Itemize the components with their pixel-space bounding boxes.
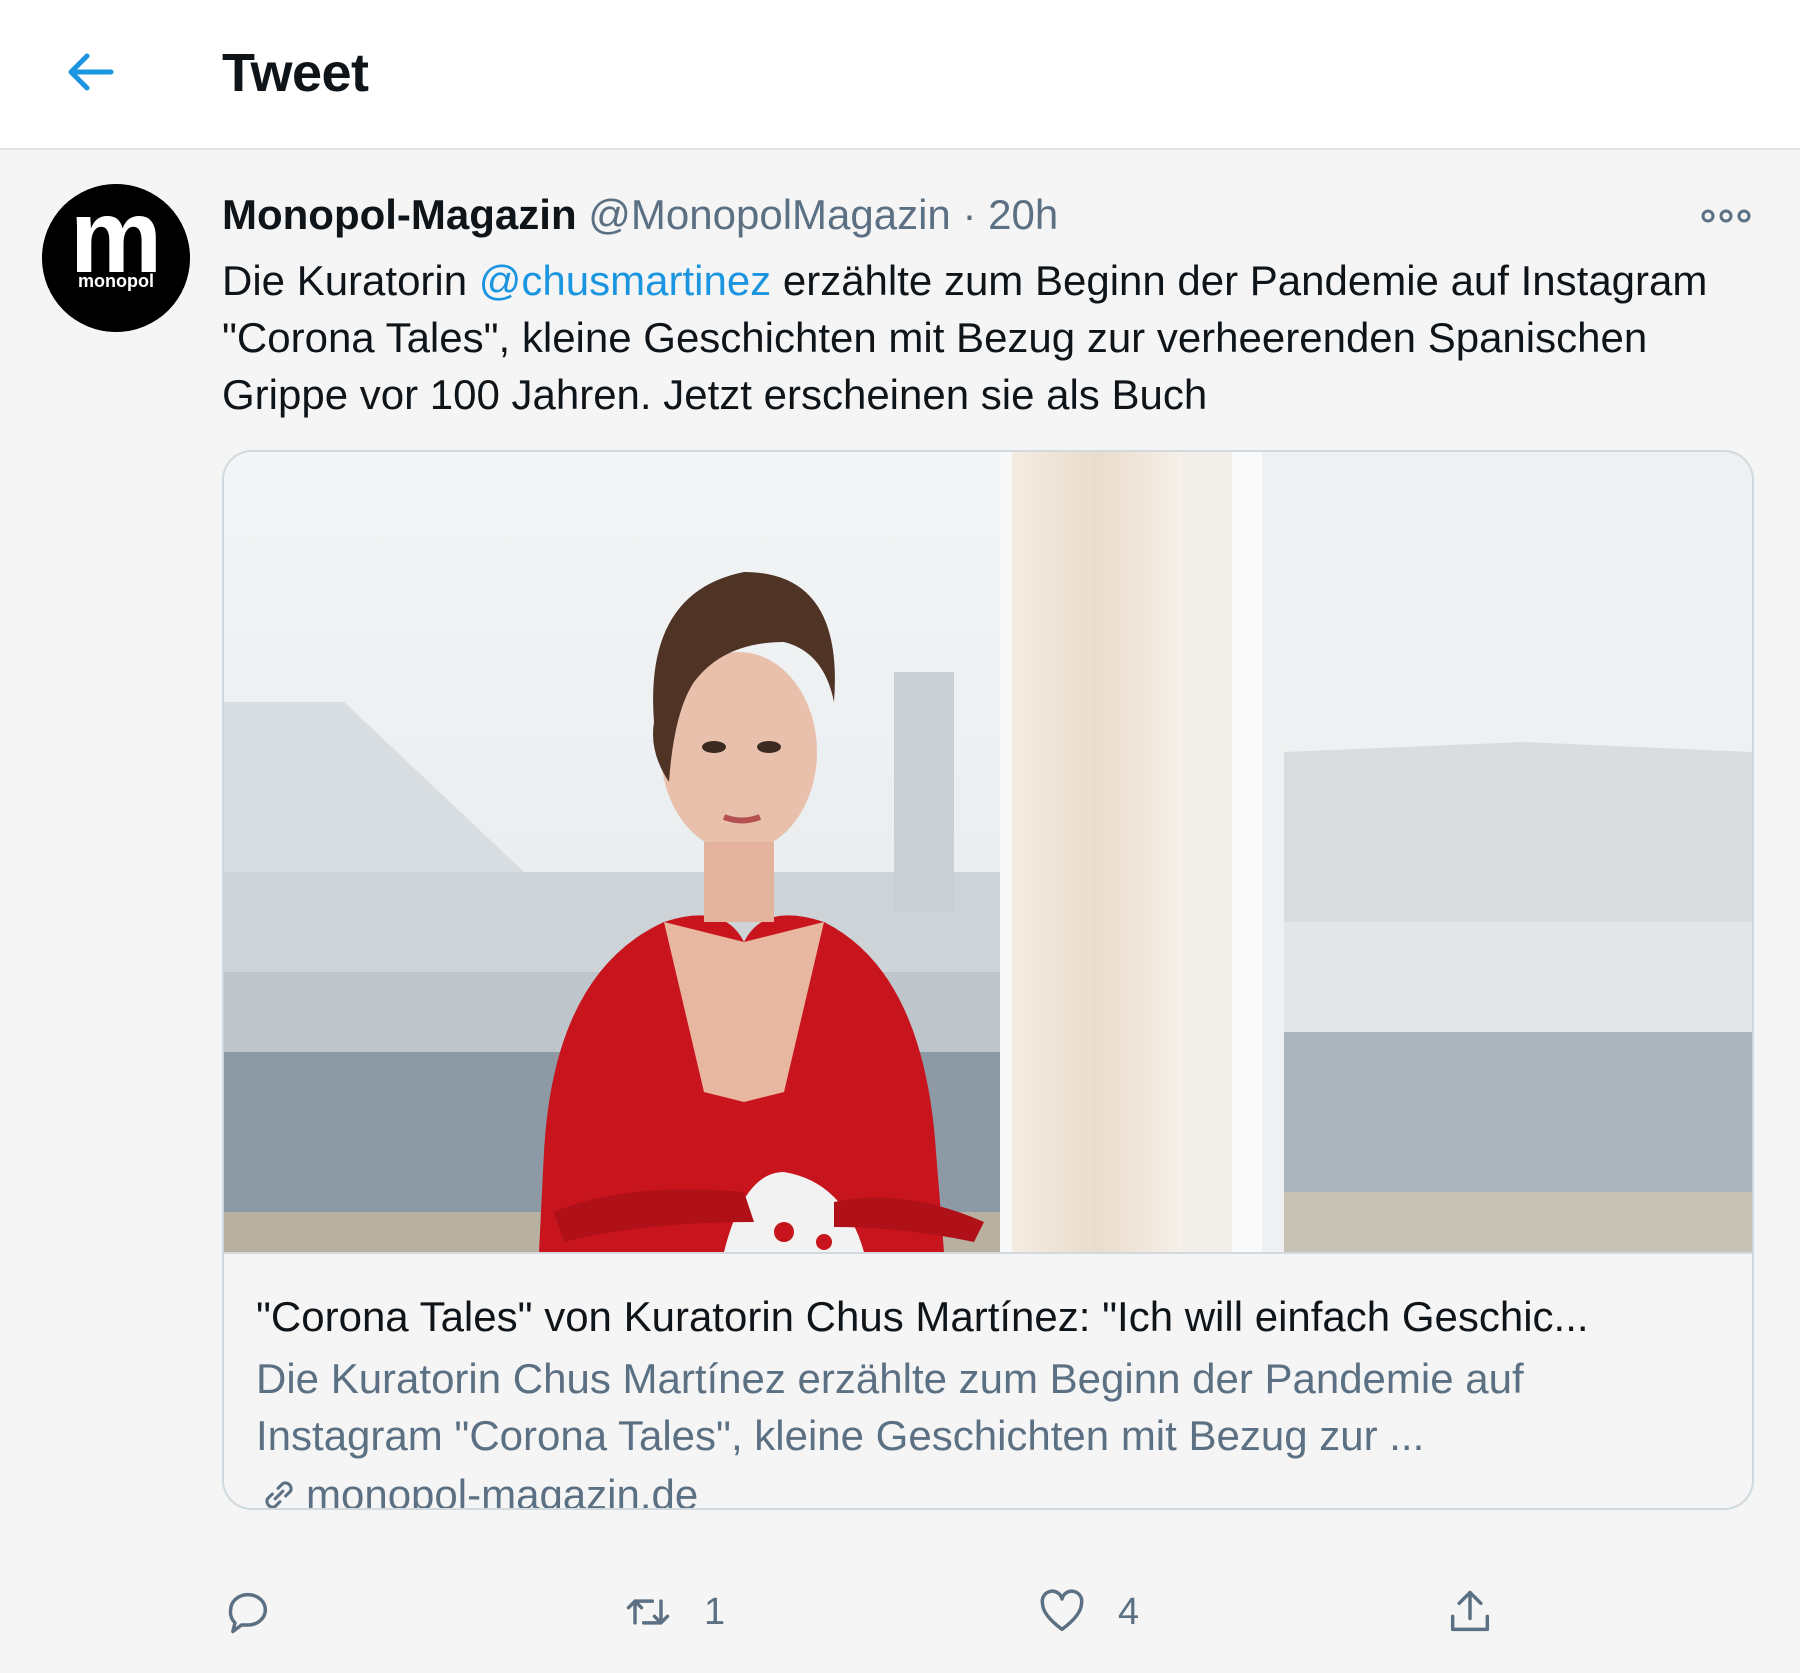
- mention-link[interactable]: @chusmartinez: [479, 257, 771, 304]
- card-domain[interactable]: monopol-magazin.de: [256, 1468, 699, 1510]
- author-name[interactable]: Monopol-Magazin: [222, 191, 577, 238]
- author-handle[interactable]: @MonopolMagazin: [588, 191, 951, 238]
- card-domain-text: monopol-magazin.de: [306, 1471, 699, 1510]
- card-description: Die Kuratorin Chus Martínez erzählte zum…: [256, 1355, 1524, 1459]
- tweet[interactable]: m monopol Monopol-Magazin @MonopolMagazi…: [0, 152, 1800, 1673]
- share-icon: [1450, 1590, 1490, 1632]
- tweet-text-start: Die Kuratorin: [222, 257, 479, 304]
- page-title: Tweet: [222, 43, 369, 103]
- action-bar: 1 4: [222, 1572, 1754, 1652]
- retweet-icon: [626, 1599, 670, 1625]
- back-button[interactable]: [58, 40, 122, 104]
- retweet-button[interactable]: 1: [622, 1572, 725, 1652]
- share-button[interactable]: [1444, 1572, 1496, 1652]
- card-title[interactable]: "Corona Tales" von Kuratorin Chus Martín…: [256, 1290, 1716, 1344]
- more-icon: [1701, 209, 1751, 223]
- top-bar: Tweet: [0, 0, 1800, 150]
- card-image[interactable]: [224, 452, 1752, 1252]
- reply-button[interactable]: [222, 1572, 274, 1652]
- tweet-time[interactable]: 20h: [988, 191, 1058, 238]
- reply-icon: [228, 1592, 268, 1634]
- avatar[interactable]: m monopol: [42, 184, 190, 332]
- separator-dot: ·: [962, 191, 977, 238]
- like-count: 4: [1118, 1590, 1140, 1633]
- svg-text:monopol: monopol: [78, 271, 154, 291]
- card-divider: [224, 1252, 1752, 1254]
- card-photo: [224, 452, 1752, 1252]
- retweet-count: 1: [704, 1590, 726, 1633]
- link-card[interactable]: "Corona Tales" von Kuratorin Chus Martín…: [222, 450, 1754, 1510]
- tweet-header: Monopol-Magazin @MonopolMagazin · 20h: [222, 188, 1058, 242]
- link-icon: [265, 1481, 293, 1508]
- tweet-text: Die Kuratorin @chusmartinez erzählte zum…: [222, 252, 1782, 423]
- more-options-button[interactable]: [1696, 196, 1756, 236]
- like-button[interactable]: 4: [1036, 1572, 1139, 1652]
- monopol-logo: m monopol: [42, 184, 190, 332]
- heart-icon: [1040, 1589, 1084, 1632]
- arrow-left-icon: [68, 53, 114, 91]
